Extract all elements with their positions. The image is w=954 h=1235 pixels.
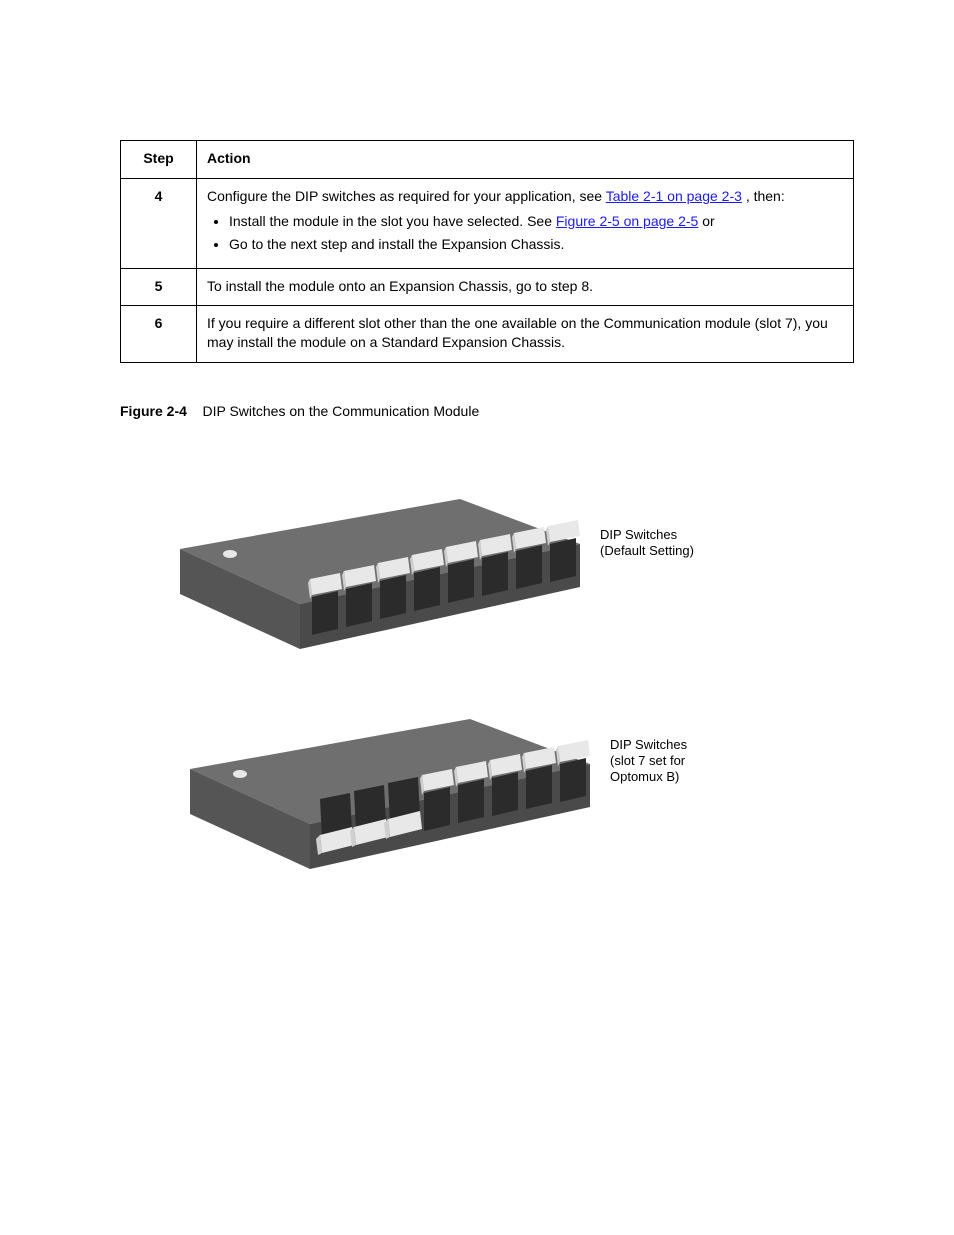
col-head-step: Step: [121, 141, 197, 179]
figure-label: Figure 2-4: [120, 403, 187, 419]
dip-switch-illustration: DIP Switches (Default Setting): [150, 419, 710, 879]
page: Step Action 4 Configure the DIP switches…: [0, 0, 954, 1235]
step-number: 6: [121, 306, 197, 363]
figure-caption: Figure 2-4 DIP Switches on the Communica…: [120, 403, 854, 419]
step-number: 4: [121, 178, 197, 268]
step4-pretext: Configure the DIP switches as required f…: [207, 188, 606, 204]
bullet2-text: Go to the next step and install the Expa…: [229, 236, 564, 252]
fig-label-top: DIP Switches (Default Setting): [600, 527, 694, 558]
step4-bullets: Install the module in the slot you have …: [229, 212, 843, 254]
table-row: 6 If you require a different slot other …: [121, 306, 854, 363]
step4-posttext: , then:: [746, 188, 785, 204]
col-head-action: Action: [197, 141, 854, 179]
figure-2-4: Figure 2-4 DIP Switches on the Communica…: [120, 403, 854, 884]
list-item: Go to the next step and install the Expa…: [229, 235, 843, 254]
table-row: 5 To install the module onto an Expansio…: [121, 268, 854, 306]
fig-label-bottom: DIP Switches (slot 7 set for Optomux B): [610, 737, 691, 784]
list-item: Install the module in the slot you have …: [229, 212, 843, 231]
step5-text: To install the module onto an Expansion …: [207, 278, 593, 294]
table-row: 4 Configure the DIP switches as required…: [121, 178, 854, 268]
bullet1-post: or: [702, 213, 714, 229]
step6-text: If you require a different slot other th…: [207, 315, 828, 350]
step-action: Configure the DIP switches as required f…: [197, 178, 854, 268]
step-action: If you require a different slot other th…: [197, 306, 854, 363]
figure-title: DIP Switches on the Communication Module: [202, 403, 479, 419]
link-figure-2-5[interactable]: Figure 2-5 on page 2-5: [556, 213, 698, 229]
link-table-2-1[interactable]: Table 2-1 on page 2-3: [606, 188, 742, 204]
step-number: 5: [121, 268, 197, 306]
bullet1-pre: Install the module in the slot you have …: [229, 213, 556, 229]
step-action: To install the module onto an Expansion …: [197, 268, 854, 306]
steps-table: Step Action 4 Configure the DIP switches…: [120, 140, 854, 363]
